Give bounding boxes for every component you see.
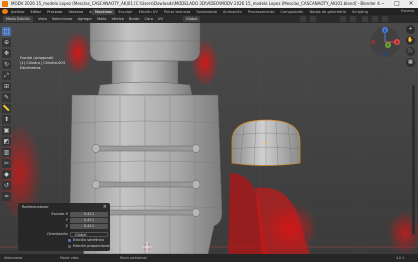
proportional-edit-icon[interactable] <box>310 16 316 22</box>
tab-sculpting[interactable]: Esculpir <box>115 9 135 15</box>
menu-select[interactable]: Seleccionar <box>52 17 73 21</box>
pan-hand-icon[interactable]: ✋ <box>406 36 415 45</box>
sidebar-scrollbar[interactable] <box>412 85 415 235</box>
menu-uv[interactable]: UV <box>158 17 163 21</box>
origin-point <box>265 142 267 144</box>
tool-shelf: ⬚ ⊕ ✥ ↻ ⤢ ⊞ ✎ 📏 ⬆ ▣ ◩ ▥ ✂ ◆ ↺ ≈ <box>2 27 11 203</box>
menu-edit[interactable]: Editar <box>30 10 41 14</box>
scale-x-label: Escalar X <box>51 212 68 216</box>
tab-rendering[interactable]: Procesamiento <box>245 9 278 15</box>
tab-compositing[interactable]: Composición <box>277 9 306 15</box>
xray-icon[interactable] <box>350 16 356 22</box>
tab-geometry-nodes[interactable]: Nodos de geometría <box>306 9 349 15</box>
symmetric-edit-checkbox[interactable]: Edición simétrica <box>68 238 104 243</box>
menu-render[interactable]: Procesar <box>47 10 62 14</box>
scale-y-row: Y 0.411 <box>22 218 108 223</box>
menu-file[interactable]: Archivo <box>11 10 24 14</box>
spin-tool[interactable]: ↺ <box>2 181 11 190</box>
viewport-header: Modo Edición Vista Seleccionar Agregar M… <box>0 15 418 23</box>
units-label: Decímetros <box>20 66 41 70</box>
menu-face[interactable]: Cara <box>145 17 153 21</box>
menu-add[interactable]: Agregar <box>78 17 92 21</box>
camera-icon[interactable]: 🎥 <box>406 47 415 56</box>
shading-solid-icon[interactable] <box>362 16 368 22</box>
navigation-buttons: + ✋ 🎥 ▦ <box>406 25 415 69</box>
operator-title: Redimensionar <box>22 205 49 209</box>
checkbox-checked-icon <box>68 238 71 242</box>
transform-orientation-dropdown[interactable]: Global <box>183 16 201 22</box>
minimize-button[interactable]: – <box>378 0 388 8</box>
navigation-gizmo[interactable]: X Z Y <box>368 25 402 59</box>
window-title: MODV 2026 15_modelo Lopez (Mesclas_CASCA… <box>11 1 381 6</box>
menu-mesh[interactable]: Malla <box>97 17 107 21</box>
extrude-tool[interactable]: ⬆ <box>2 115 11 124</box>
zoom-icon[interactable]: + <box>406 25 415 34</box>
scale-z-field[interactable]: 0.411 <box>70 224 108 229</box>
orientation-row: Orientación Global <box>22 232 108 237</box>
annotate-tool[interactable]: ✎ <box>2 93 11 102</box>
tab-texture-paint[interactable]: Pintar texturas <box>161 9 194 15</box>
scale-x-field[interactable]: 0.411 <box>70 212 108 217</box>
orientation-dropdown[interactable]: Global <box>70 232 108 237</box>
status-pan: Mover vista <box>60 256 79 260</box>
cursor-tool[interactable]: ⊕ <box>2 38 11 47</box>
blender-menu-icon[interactable] <box>2 9 8 14</box>
status-version: 4.2.1 <box>396 256 405 260</box>
tab-scripting[interactable]: Scripting <box>349 9 371 15</box>
loopcut-tool[interactable]: ▥ <box>2 148 11 157</box>
workspace-tabs: Modelado Esculpir Edición UV Pintar text… <box>92 8 371 15</box>
scale-tool[interactable]: ⤢ <box>2 71 11 80</box>
perspective-grid-icon[interactable]: ▦ <box>406 58 415 67</box>
menu-edge[interactable]: Borde <box>129 17 140 21</box>
status-context: Menú contextual <box>120 256 147 260</box>
tab-animation[interactable]: Animación <box>220 9 245 15</box>
selected-dome-mesh <box>231 119 301 167</box>
menu-view[interactable]: Vista <box>38 17 47 21</box>
maximize-button[interactable]: □ <box>392 0 402 8</box>
snap-icon[interactable] <box>300 16 306 22</box>
scale-z-label: Z <box>65 224 68 228</box>
overlays-icon[interactable] <box>340 16 346 22</box>
move-tool[interactable]: ✥ <box>2 49 11 58</box>
scale-z-row: Z 0.411 <box>22 224 108 229</box>
viewport-info: Frontal (ortogonal) (1) Cilindro | Cilin… <box>20 56 65 71</box>
select-box-tool[interactable]: ⬚ <box>2 27 11 36</box>
operator-close-icon[interactable]: × <box>103 204 107 210</box>
rotate-tool[interactable]: ↻ <box>2 60 11 69</box>
bevel-tool[interactable]: ◩ <box>2 137 11 146</box>
inset-tool[interactable]: ▣ <box>2 126 11 135</box>
mode-dropdown[interactable]: Modo Edición <box>3 16 33 22</box>
blender-logo-icon <box>2 1 8 7</box>
status-select: Seleccionar <box>4 256 23 260</box>
scale-y-label: Y <box>65 218 68 222</box>
status-bar: Seleccionar Mover vista Menú contextual … <box>0 254 418 262</box>
shading-material-icon[interactable] <box>372 16 378 22</box>
measure-tool[interactable]: 📏 <box>2 104 11 113</box>
scene-selector[interactable]: Escena <box>401 9 414 13</box>
close-window-button[interactable]: ✕ <box>406 0 416 8</box>
checkbox-unchecked-icon <box>68 244 71 248</box>
scale-y-field[interactable]: 0.411 <box>70 218 108 223</box>
transform-tool[interactable]: ⊞ <box>2 82 11 91</box>
knife-tool[interactable]: ✂ <box>2 159 11 168</box>
smooth-tool[interactable]: ≈ <box>2 192 11 201</box>
tab-uv-editing[interactable]: Edición UV <box>136 9 161 15</box>
proportional-edit-checkbox[interactable]: Edición proporcional <box>68 244 110 249</box>
polybuild-tool[interactable]: ◆ <box>2 170 11 179</box>
orientation-label: Orientación <box>47 232 68 236</box>
tab-shading[interactable]: Sombreado <box>193 9 220 15</box>
operator-redo-panel: Redimensionar × Escalar X 0.411 Y 0.411 … <box>18 203 110 251</box>
menu-window[interactable]: Ventana <box>69 10 84 14</box>
scale-x-row: Escalar X 0.411 <box>22 212 108 217</box>
tab-modeling[interactable]: Modelado <box>92 8 116 15</box>
menu-vertex[interactable]: Vértice <box>111 17 123 21</box>
shading-rendered-icon[interactable] <box>382 16 388 22</box>
